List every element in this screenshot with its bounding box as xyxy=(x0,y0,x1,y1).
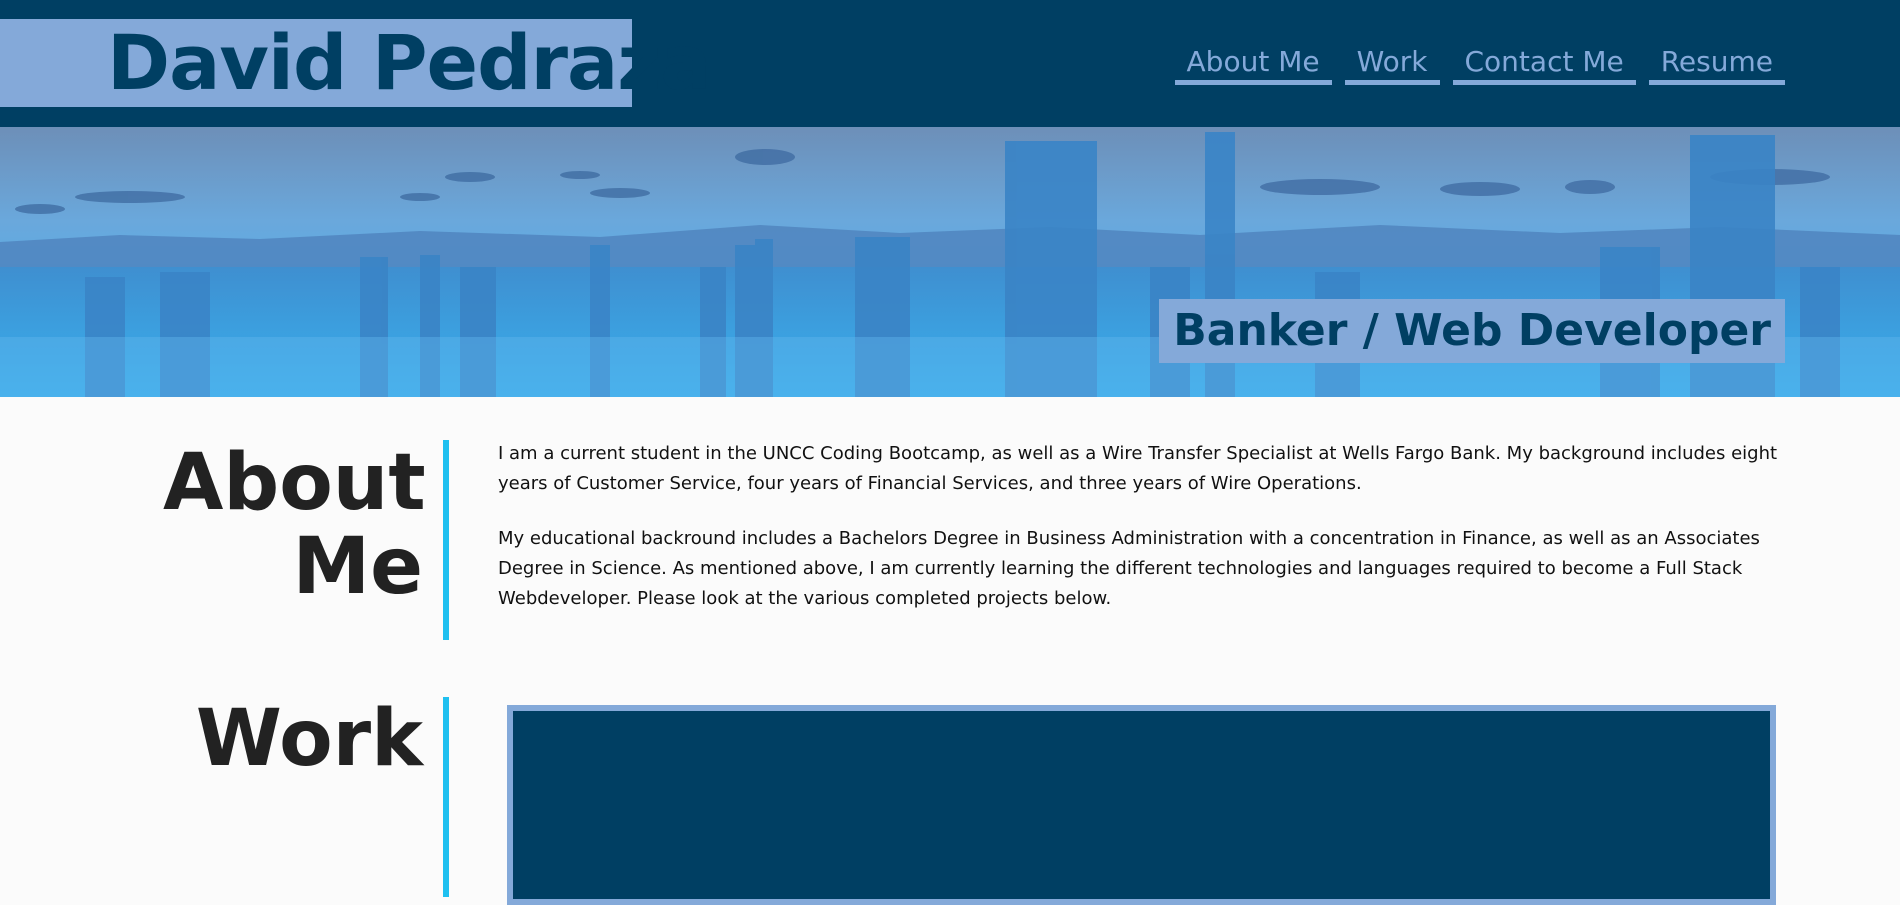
hero-tagline: Banker / Web Developer xyxy=(1159,299,1785,363)
about-paragraph: I am a current student in the UNCC Codin… xyxy=(498,443,1778,494)
site-name[interactable]: David Pedraza xyxy=(0,19,712,107)
work-divider xyxy=(443,697,449,897)
nav-link-contact-me[interactable]: Contact Me xyxy=(1452,44,1636,85)
site-header: David Pedraza About Me Work Contact Me R… xyxy=(0,0,1900,127)
about-text: I am a current student in the UNCC Codin… xyxy=(498,439,1778,639)
about-title-line2: Me xyxy=(292,522,423,612)
about-divider xyxy=(443,440,449,640)
main-nav: About Me Work Contact Me Resume xyxy=(1174,44,1785,85)
about-title: About Me xyxy=(163,438,426,612)
hero-banner: Banker / Web Developer xyxy=(0,127,1900,397)
work-title: Work xyxy=(195,694,423,784)
nav-link-resume[interactable]: Resume xyxy=(1648,44,1785,85)
about-title-line1: About xyxy=(163,438,426,528)
nav-link-work[interactable]: Work xyxy=(1344,44,1440,85)
work-project-card[interactable] xyxy=(507,705,1776,905)
about-paragraph: My educational backround includes a Bach… xyxy=(498,528,1760,609)
nav-link-about-me[interactable]: About Me xyxy=(1174,44,1332,85)
